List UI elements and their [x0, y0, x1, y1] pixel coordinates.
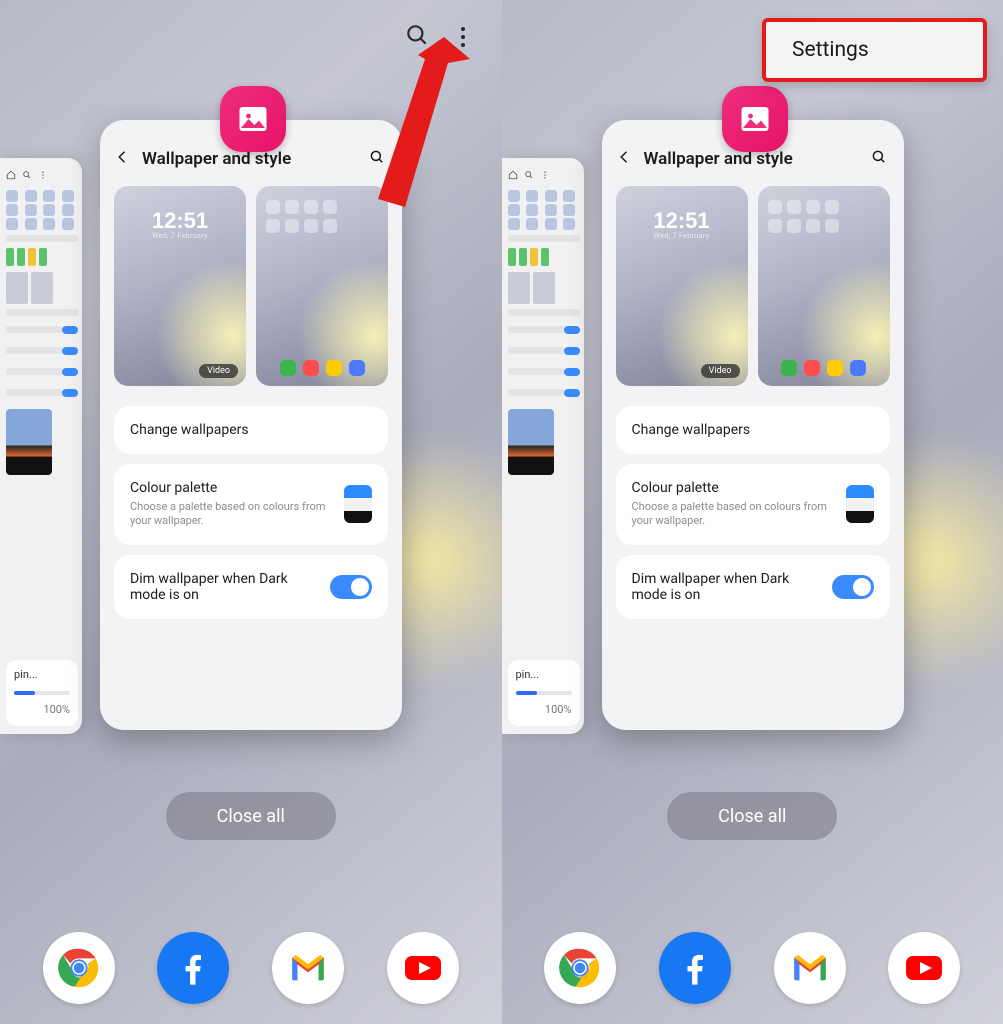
- chrome-icon: [557, 945, 603, 991]
- settings-popup[interactable]: Settings: [762, 18, 987, 82]
- palette-swatch: [846, 485, 874, 523]
- palette-swatch: [344, 485, 372, 523]
- colour-palette-title: Colour palette: [130, 480, 332, 496]
- colour-palette-title: Colour palette: [632, 480, 834, 496]
- recents-card-wallpaper[interactable]: Wallpaper and style 12:51 Wed, 7 Februar…: [602, 120, 904, 730]
- dock-chrome[interactable]: [544, 932, 616, 1004]
- home-icon: [508, 170, 518, 180]
- dock-youtube[interactable]: [888, 932, 960, 1004]
- facebook-icon: [173, 948, 213, 988]
- sliver-thumbs: [6, 272, 78, 304]
- sliver-progress-card: pin... 100%: [6, 660, 78, 726]
- home-icon: [6, 170, 16, 180]
- back-icon[interactable]: [114, 148, 132, 170]
- phone-right: Settings pin... 100%: [502, 0, 1003, 1024]
- search-icon: [22, 170, 32, 180]
- lock-clock: 12:51: [616, 208, 748, 234]
- colour-palette-desc: Choose a palette based on colours from y…: [632, 500, 834, 529]
- sliver-caption: pin...: [14, 668, 70, 681]
- dim-wallpaper-label: Dim wallpaper when Dark mode is on: [130, 571, 318, 603]
- dock-facebook[interactable]: [659, 932, 731, 1004]
- lock-date: Wed, 7 February: [114, 232, 246, 240]
- more-options-icon[interactable]: [454, 27, 472, 47]
- sliver-toggle-row: [6, 321, 78, 338]
- lockscreen-preview[interactable]: 12:51 Wed, 7 February Video: [616, 186, 748, 386]
- app-badge-gallery[interactable]: [722, 86, 788, 152]
- dock-gmail[interactable]: [272, 932, 344, 1004]
- more-icon: [38, 170, 48, 180]
- dock-facebook[interactable]: [157, 932, 229, 1004]
- sliver-app-grid: [6, 190, 78, 230]
- search-icon[interactable]: [404, 22, 430, 52]
- change-wallpapers-label: Change wallpapers: [632, 422, 874, 438]
- dock-gmail[interactable]: [774, 932, 846, 1004]
- dock-chrome[interactable]: [43, 932, 115, 1004]
- dock: [502, 932, 1003, 1004]
- video-tag: Video: [701, 364, 740, 378]
- two-phone-stage: pin... 100% Wallpaper and style 12:51 We…: [0, 0, 1003, 1024]
- sliver-caption: pin...: [516, 668, 572, 681]
- previous-app-peek[interactable]: pin... 100%: [0, 158, 82, 734]
- phone-left: pin... 100% Wallpaper and style 12:51 We…: [0, 0, 502, 1024]
- sliver-photo: [6, 409, 52, 475]
- picture-icon: [737, 101, 773, 137]
- lock-clock: 12:51: [114, 208, 246, 234]
- lock-date: Wed, 7 February: [616, 232, 748, 240]
- youtube-icon: [399, 944, 447, 992]
- youtube-icon: [900, 944, 948, 992]
- change-wallpapers-row[interactable]: Change wallpapers: [114, 406, 388, 454]
- sliver-toolbar: [6, 170, 78, 180]
- colour-palette-row[interactable]: Colour palette Choose a palette based on…: [616, 464, 890, 545]
- gmail-icon: [287, 947, 329, 989]
- recents-card-wallpaper[interactable]: Wallpaper and style 12:51 Wed, 7 Februar…: [100, 120, 402, 730]
- gmail-icon: [789, 947, 831, 989]
- app-badge-gallery[interactable]: [220, 86, 286, 152]
- sliver-toolbar: [508, 170, 580, 180]
- recents-topbar: [404, 22, 472, 52]
- wallpaper-previews: 12:51 Wed, 7 February Video: [100, 182, 402, 396]
- settings-popup-label: Settings: [792, 38, 869, 62]
- homescreen-preview[interactable]: [758, 186, 890, 386]
- dim-toggle[interactable]: [832, 575, 874, 599]
- video-tag: Video: [199, 364, 238, 378]
- close-all-label: Close all: [718, 806, 786, 827]
- dim-toggle[interactable]: [330, 575, 372, 599]
- search-icon[interactable]: [870, 148, 888, 170]
- sliver-swatches: [6, 248, 78, 266]
- picture-icon: [235, 101, 271, 137]
- dim-wallpaper-label: Dim wallpaper when Dark mode is on: [632, 571, 820, 603]
- dim-wallpaper-row[interactable]: Dim wallpaper when Dark mode is on: [114, 555, 388, 619]
- more-icon: [540, 170, 550, 180]
- colour-palette-row[interactable]: Colour palette Choose a palette based on…: [114, 464, 388, 545]
- chrome-icon: [56, 945, 102, 991]
- lockscreen-preview[interactable]: 12:51 Wed, 7 February Video: [114, 186, 246, 386]
- sliver-percent: 100%: [14, 703, 70, 716]
- sliver-percent: 100%: [516, 703, 572, 716]
- dim-wallpaper-row[interactable]: Dim wallpaper when Dark mode is on: [616, 555, 890, 619]
- close-all-button[interactable]: Close all: [667, 792, 837, 840]
- dock: [0, 932, 502, 1004]
- back-icon[interactable]: [616, 148, 634, 170]
- search-icon: [524, 170, 534, 180]
- facebook-icon: [675, 948, 715, 988]
- close-all-button[interactable]: Close all: [166, 792, 336, 840]
- close-all-label: Close all: [217, 806, 285, 827]
- change-wallpapers-row[interactable]: Change wallpapers: [616, 406, 890, 454]
- search-icon[interactable]: [368, 148, 386, 170]
- previous-app-peek[interactable]: pin... 100%: [502, 158, 584, 734]
- card-title: Wallpaper and style: [644, 149, 793, 169]
- change-wallpapers-label: Change wallpapers: [130, 422, 372, 438]
- colour-palette-desc: Choose a palette based on colours from y…: [130, 500, 332, 529]
- homescreen-preview[interactable]: [256, 186, 388, 386]
- dock-youtube[interactable]: [387, 932, 459, 1004]
- card-title: Wallpaper and style: [142, 149, 291, 169]
